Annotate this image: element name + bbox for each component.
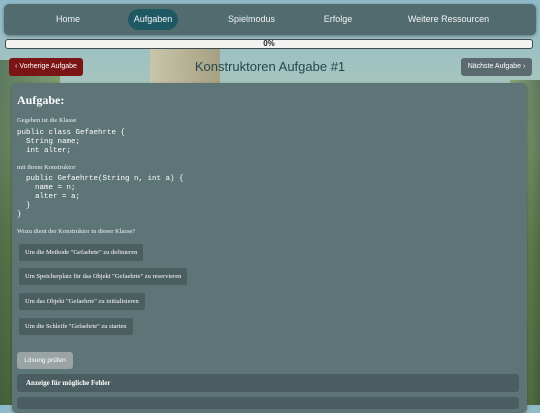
nav-item-aufgaben[interactable]: Aufgaben bbox=[128, 9, 178, 30]
code-block-constructor: public Gefaehrte(String n, int a) { name… bbox=[17, 175, 184, 219]
task-intro-text: Gegeben ist die Klasse bbox=[17, 117, 77, 124]
error-display-panel[interactable]: Anzeige für mögliche Fehler bbox=[17, 374, 519, 392]
previous-task-label: Vorherige Aufgabe bbox=[19, 63, 77, 70]
nav-item-home[interactable]: Home bbox=[48, 9, 88, 30]
nav-item-erfolge[interactable]: Erfolge bbox=[318, 9, 358, 30]
next-task-label: Nächste Aufgabe bbox=[467, 63, 522, 70]
previous-task-button[interactable]: ‹ Vorherige Aufgabe bbox=[9, 58, 83, 76]
task-heading: Aufgabe: bbox=[17, 93, 65, 107]
answer-option[interactable]: Um die Schleife "Gefaehrte" zu starten bbox=[19, 318, 133, 335]
answer-option[interactable]: Um die Methode "Gefaehrte" zu definieren bbox=[19, 244, 144, 261]
check-solution-button[interactable]: Lösung prüfen bbox=[17, 352, 73, 369]
page-title: Konstruktoren Aufgabe #1 bbox=[194, 59, 346, 74]
code-block-class: public class Gefaehrte { String name; in… bbox=[17, 129, 126, 155]
error-display-label: Anzeige für mögliche Fehler bbox=[26, 379, 111, 387]
nav-item-spielmodus[interactable]: Spielmodus bbox=[219, 9, 284, 30]
top-navigation: Home Aufgaben Spielmodus Erfolge Weitere… bbox=[4, 4, 536, 35]
chevron-left-icon: ‹ bbox=[15, 63, 18, 70]
task-question: Wozu dient der Konstruktor in dieser Kla… bbox=[17, 228, 136, 235]
progress-bar: 0% bbox=[5, 39, 533, 49]
answer-option[interactable]: Um das Objekt "Gefaehrte" zu initialisie… bbox=[19, 293, 145, 310]
task-middle-text: mit ihrem Konstruktor bbox=[17, 164, 76, 171]
progress-text: 0% bbox=[263, 39, 275, 48]
task-card: Aufgabe: Gegeben ist die Klasse public c… bbox=[12, 83, 527, 413]
next-task-button[interactable]: Nächste Aufgabe › bbox=[461, 58, 532, 76]
chevron-right-icon: › bbox=[522, 63, 526, 70]
answer-option[interactable]: Um Speicherplatz für das Objekt "Gefaehr… bbox=[19, 268, 188, 285]
nav-item-weitere-ressourcen[interactable]: Weitere Ressourcen bbox=[401, 9, 496, 30]
collapsed-panel[interactable] bbox=[17, 397, 519, 409]
